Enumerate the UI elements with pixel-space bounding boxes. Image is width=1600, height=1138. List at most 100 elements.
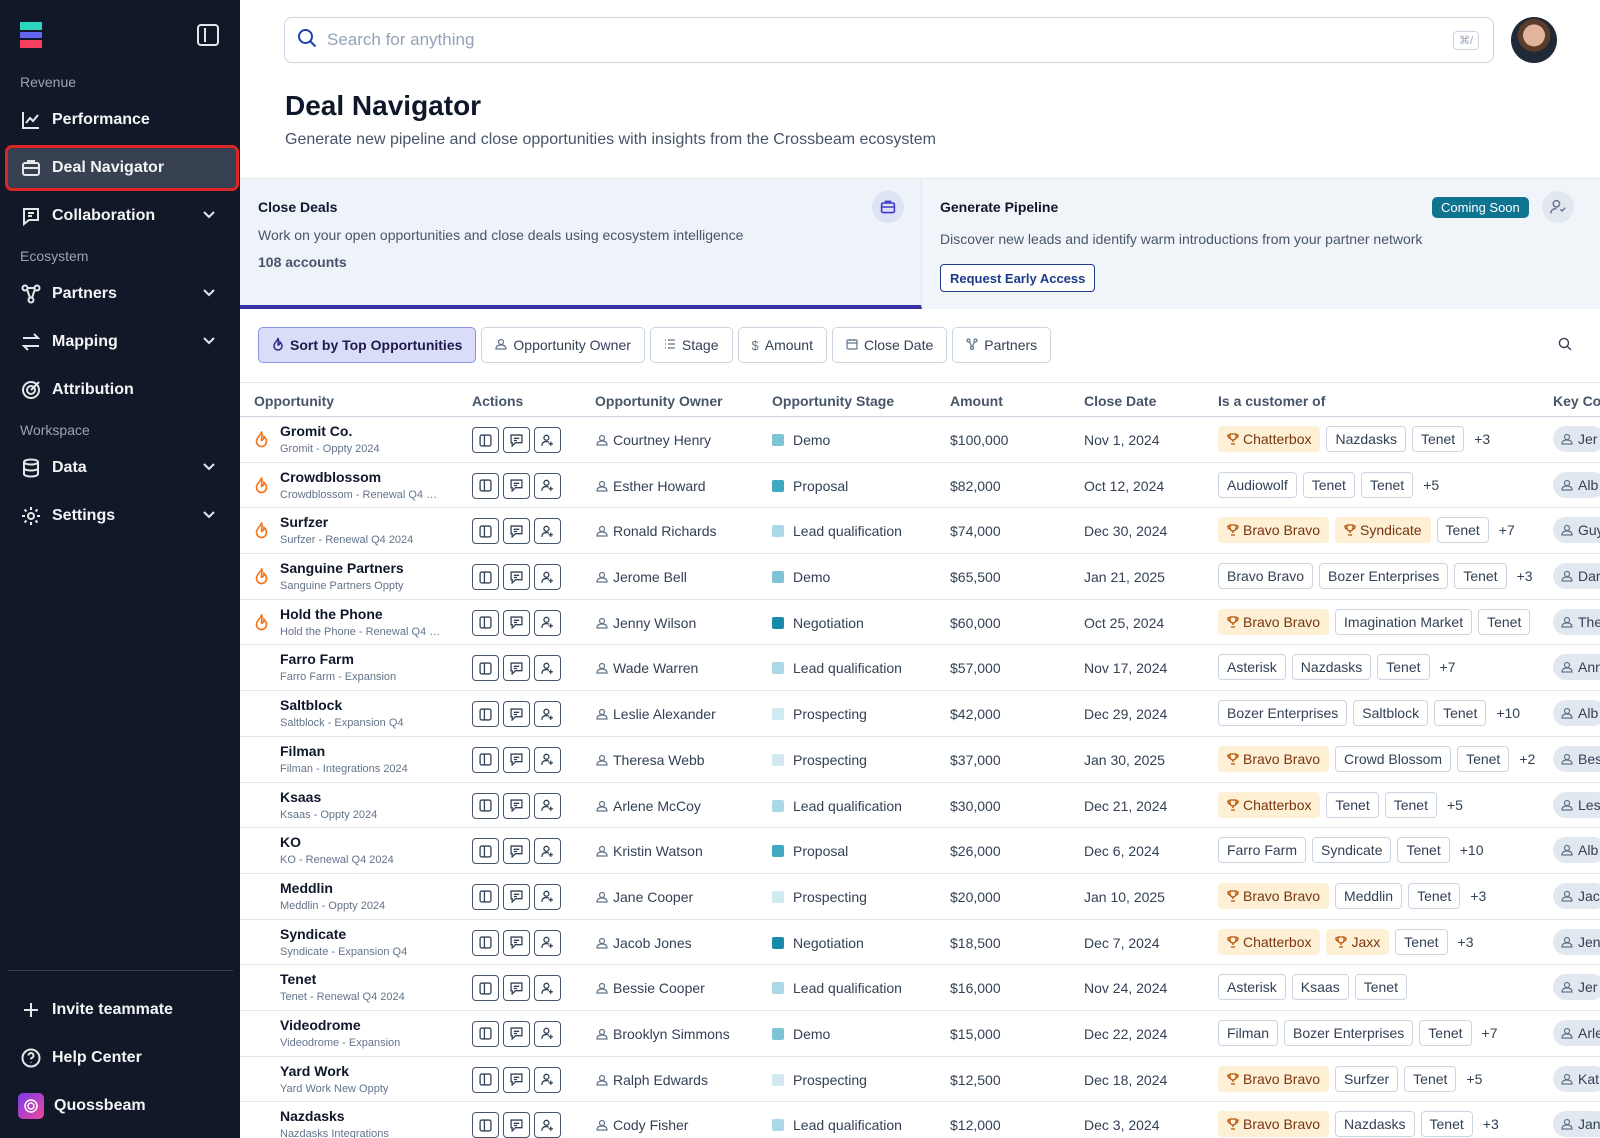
add-note-button[interactable] xyxy=(503,929,530,956)
opportunity-name[interactable]: Meddlin xyxy=(280,880,333,896)
more-partners-count[interactable]: +7 xyxy=(1499,522,1515,538)
request-intro-button[interactable] xyxy=(534,518,561,545)
table-row[interactable]: Yard Work Yard Work New Oppty Ralph Edward… xyxy=(240,1057,1600,1103)
sidebar-item-settings[interactable]: Settings xyxy=(8,496,236,536)
column-header-key-contacts[interactable]: Key Con xyxy=(1553,393,1600,409)
table-row[interactable]: Sanguine Partners Sanguine Partners Oppty… xyxy=(240,554,1600,600)
open-panel-button[interactable] xyxy=(472,518,499,545)
partner-tag[interactable]: Tenet xyxy=(1457,745,1510,772)
open-panel-button[interactable] xyxy=(472,792,499,819)
sidebar-item-performance[interactable]: Performance xyxy=(8,100,236,140)
opportunity-name[interactable]: Farro Farm xyxy=(280,651,354,667)
opportunity-name[interactable]: Nazdasks xyxy=(280,1108,345,1124)
request-intro-button[interactable] xyxy=(534,929,561,956)
open-panel-button[interactable] xyxy=(472,1112,499,1138)
partner-tag[interactable]: Surfzer xyxy=(1335,1065,1399,1092)
key-contact-chip[interactable]: Jac xyxy=(1553,882,1600,909)
table-row[interactable]: Saltblock Saltblock - Expansion Q4 Leslie … xyxy=(240,691,1600,737)
partner-tag[interactable]: Crowd Blossom xyxy=(1335,745,1452,772)
partner-tag[interactable]: Bravo Bravo xyxy=(1218,882,1330,909)
add-note-button[interactable] xyxy=(503,609,530,636)
open-panel-button[interactable] xyxy=(472,929,499,956)
partner-tag[interactable]: Nazdasks xyxy=(1335,1111,1415,1138)
partner-tag[interactable]: Syndicate xyxy=(1335,517,1431,544)
partner-tag[interactable]: Tenet xyxy=(1404,1065,1457,1092)
crossbeam-logo[interactable] xyxy=(20,22,42,48)
column-header-close-date[interactable]: Close Date xyxy=(1084,393,1156,409)
more-partners-count[interactable]: +3 xyxy=(1474,431,1490,447)
opportunity-name[interactable]: Gromit Co. xyxy=(280,423,352,439)
sidebar-item-collaboration[interactable]: Collaboration xyxy=(8,196,236,236)
sort-top-opportunities-button[interactable]: Sort by Top Opportunities xyxy=(258,327,477,363)
partners-filter[interactable]: Partners xyxy=(952,327,1052,363)
key-contact-chip[interactable]: Dar xyxy=(1553,563,1600,590)
table-row[interactable]: Tenet Tenet - Renewal Q4 2024 Bessie Coope… xyxy=(240,965,1600,1011)
partner-tag[interactable]: Meddlin xyxy=(1335,882,1403,909)
key-contact-chip[interactable]: Les xyxy=(1553,791,1600,818)
sidebar-item-deal-navigator[interactable]: Deal Navigator xyxy=(5,145,239,191)
request-intro-button[interactable] xyxy=(534,655,561,682)
sidebar-item-mapping[interactable]: Mapping xyxy=(8,322,236,362)
key-contact-chip[interactable]: Jer xyxy=(1553,426,1600,452)
table-search-icon[interactable] xyxy=(1558,337,1572,356)
add-note-button[interactable] xyxy=(503,975,530,1002)
request-intro-button[interactable] xyxy=(534,1020,561,1047)
open-panel-button[interactable] xyxy=(472,1066,499,1093)
column-header-stage[interactable]: Opportunity Stage xyxy=(772,393,894,409)
partner-tag[interactable]: Chatterbox xyxy=(1218,426,1321,452)
table-row[interactable]: Surfzer Surfzer - Renewal Q4 2024 Ronald R… xyxy=(240,508,1600,555)
add-note-button[interactable] xyxy=(503,518,530,545)
request-intro-button[interactable] xyxy=(534,838,561,865)
partner-tag[interactable]: Tenet xyxy=(1326,791,1379,818)
open-panel-button[interactable] xyxy=(472,472,499,499)
opportunity-name[interactable]: Crowdblossom xyxy=(280,469,381,485)
more-partners-count[interactable]: +3 xyxy=(1517,568,1533,584)
sidebar-item-attribution[interactable]: Attribution xyxy=(8,370,236,410)
add-note-button[interactable] xyxy=(503,701,530,728)
add-note-button[interactable] xyxy=(503,472,530,499)
table-row[interactable]: Crowdblossom Crowdblossom - Renewal Q4 20… xyxy=(240,463,1600,509)
open-panel-button[interactable] xyxy=(472,838,499,865)
opportunity-name[interactable]: Syndicate xyxy=(280,926,346,942)
add-note-button[interactable] xyxy=(503,655,530,682)
partner-tag[interactable]: Tenet xyxy=(1408,882,1461,909)
table-row[interactable]: Meddlin Meddlin - Oppty 2024 Jane Cooper Pr… xyxy=(240,874,1600,920)
table-row[interactable]: Nazdasks Nazdasks Integrations Cody Fisher… xyxy=(240,1102,1600,1138)
close-deals-card[interactable]: Close Deals Work on your open opportunit… xyxy=(240,179,922,309)
search-input[interactable] xyxy=(327,30,1427,50)
partner-tag[interactable]: Tenet xyxy=(1419,1019,1472,1046)
more-partners-count[interactable]: +10 xyxy=(1460,842,1484,858)
more-partners-count[interactable]: +5 xyxy=(1423,477,1439,493)
more-partners-count[interactable]: +3 xyxy=(1458,934,1474,950)
partner-tag[interactable]: Bozer Enterprises xyxy=(1218,700,1348,727)
add-note-button[interactable] xyxy=(503,883,530,910)
add-note-button[interactable] xyxy=(503,746,530,773)
partner-tag[interactable]: Saltblock xyxy=(1353,700,1429,727)
table-row[interactable]: Filman Filman - Integrations 2024 Theresa … xyxy=(240,737,1600,783)
partner-tag[interactable]: Nazdasks xyxy=(1326,426,1406,452)
partner-tag[interactable]: Bravo Bravo xyxy=(1218,517,1330,544)
add-note-button[interactable] xyxy=(503,1066,530,1093)
key-contact-chip[interactable]: Bes xyxy=(1553,745,1600,772)
partner-tag[interactable]: Tenet xyxy=(1360,471,1414,498)
partner-tag[interactable]: Ksaas xyxy=(1291,974,1349,1001)
partner-tag[interactable]: Tenet xyxy=(1377,654,1430,681)
add-note-button[interactable] xyxy=(503,1112,530,1138)
request-intro-button[interactable] xyxy=(534,883,561,910)
key-contact-chip[interactable]: Jen xyxy=(1553,928,1600,955)
more-partners-count[interactable]: +7 xyxy=(1440,659,1456,675)
more-partners-count[interactable]: +5 xyxy=(1447,797,1463,813)
table-row[interactable]: Videodrome Videodrome - Expansion Brooklyn… xyxy=(240,1011,1600,1057)
open-panel-button[interactable] xyxy=(472,701,499,728)
open-panel-button[interactable] xyxy=(472,564,499,591)
request-intro-button[interactable] xyxy=(534,701,561,728)
key-contact-chip[interactable]: Guy xyxy=(1553,517,1600,544)
more-partners-count[interactable]: +3 xyxy=(1483,1116,1499,1132)
global-search[interactable]: ⌘/ xyxy=(284,17,1494,63)
partner-tag[interactable]: Farro Farm xyxy=(1218,837,1306,864)
partner-tag[interactable]: Tenet xyxy=(1354,974,1407,1001)
table-row[interactable]: Gromit Co. Gromit - Oppty 2024 Courtney He… xyxy=(240,417,1600,463)
partner-tag[interactable]: Chatterbox xyxy=(1218,791,1321,818)
request-intro-button[interactable] xyxy=(534,1066,561,1093)
open-panel-button[interactable] xyxy=(472,609,499,636)
